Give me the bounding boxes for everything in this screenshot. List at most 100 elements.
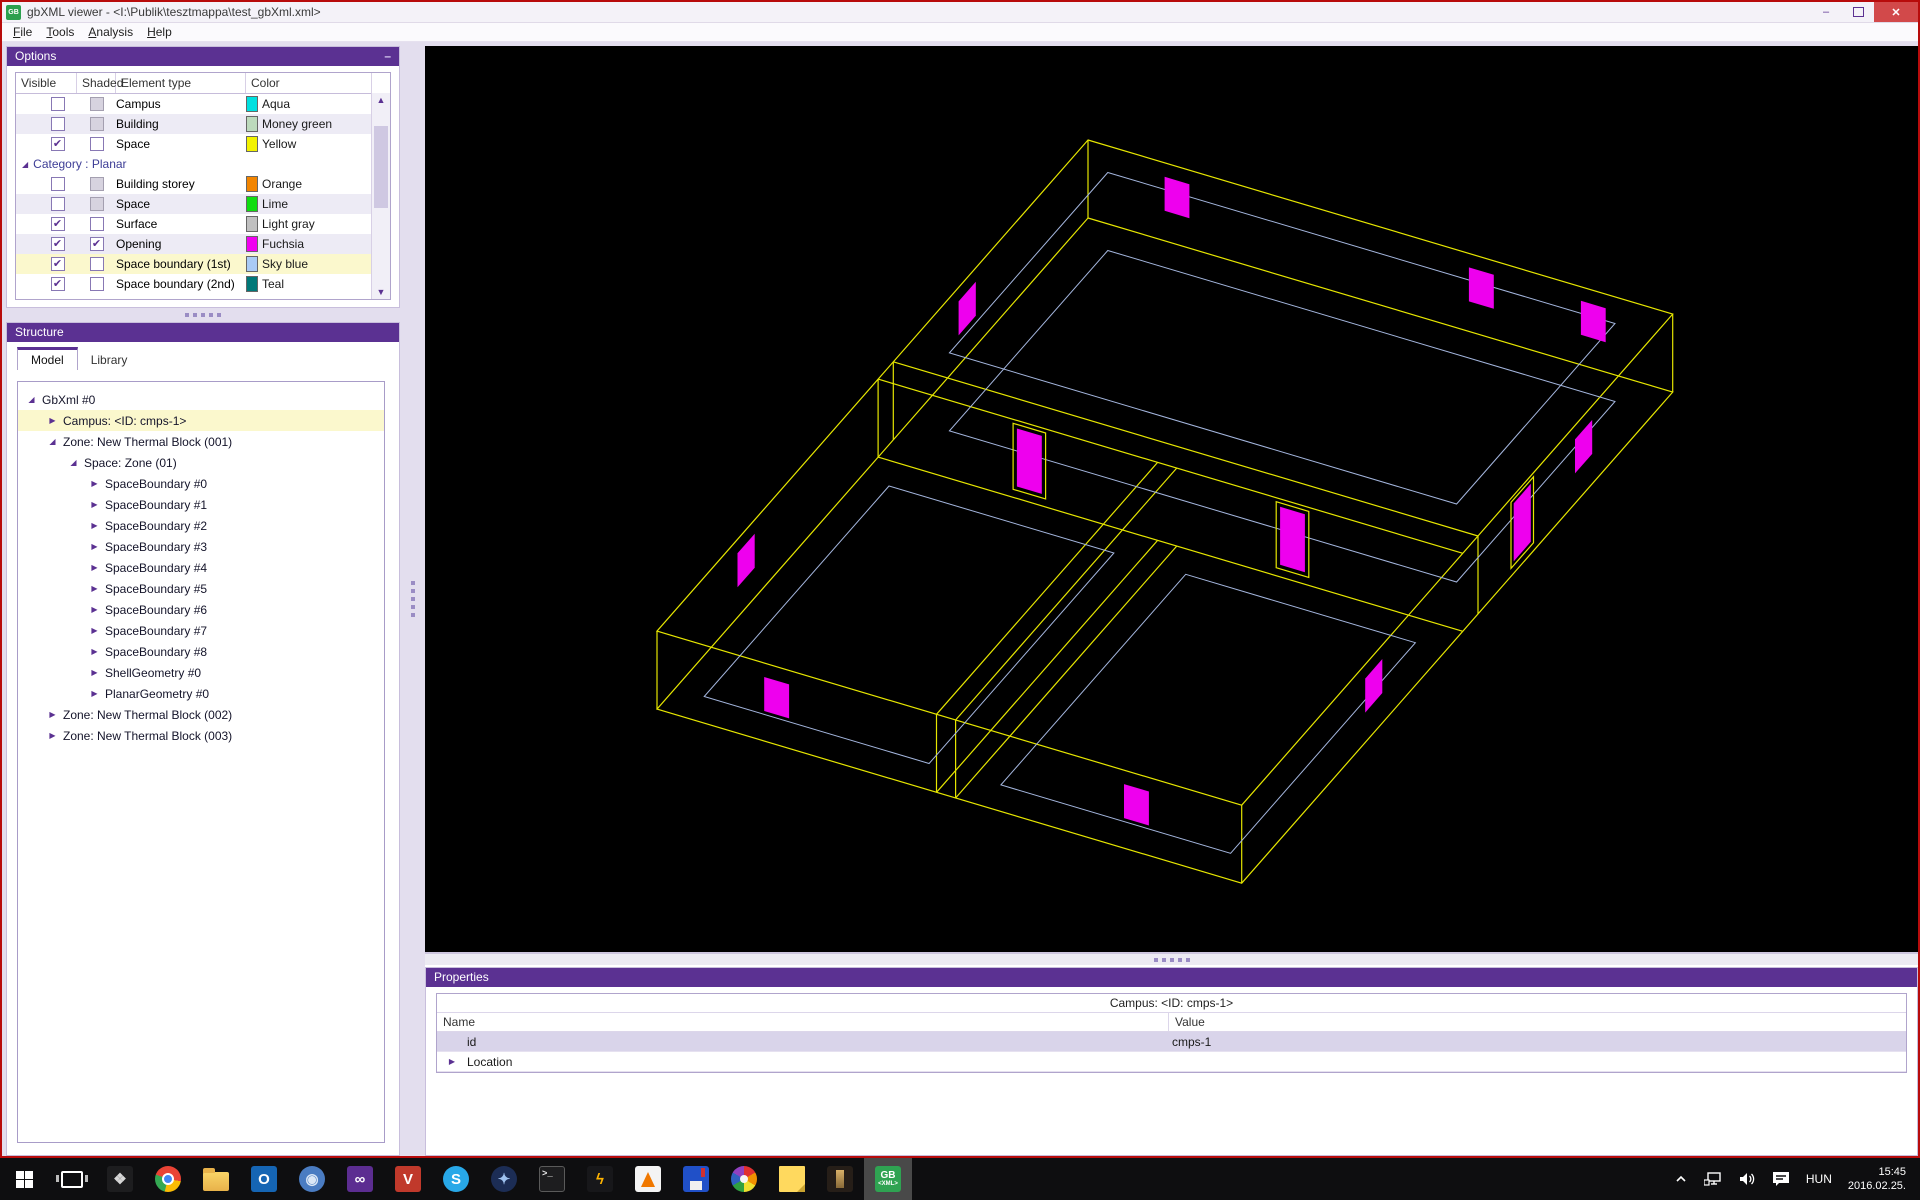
tree-node[interactable]: ▶ SpaceBoundary #0 <box>18 473 384 494</box>
collapsed-icon[interactable]: ▶ <box>89 584 100 593</box>
winamp-icon[interactable]: ϟ <box>576 1158 624 1200</box>
color-cell[interactable]: Teal <box>246 276 390 292</box>
tree-node[interactable]: ◢ Zone: New Thermal Block (001) <box>18 431 384 452</box>
collapsed-icon[interactable]: ▶ <box>47 731 58 740</box>
shaded-checkbox[interactable] <box>89 97 104 111</box>
shaded-checkbox[interactable] <box>89 257 104 271</box>
shaded-checkbox[interactable] <box>89 117 104 131</box>
tree-node[interactable]: ▶ SpaceBoundary #6 <box>18 599 384 620</box>
task-view-icon[interactable] <box>48 1158 96 1200</box>
skype-icon[interactable]: S <box>432 1158 480 1200</box>
collapsed-icon[interactable]: ▶ <box>89 521 100 530</box>
menu-file[interactable]: File <box>6 24 39 40</box>
collapsed-icon[interactable]: ▶ <box>89 689 100 698</box>
tab-model[interactable]: Model <box>17 347 78 370</box>
tree-node[interactable]: ▶ Zone: New Thermal Block (003) <box>18 725 384 746</box>
image-viewer-icon[interactable] <box>816 1158 864 1200</box>
3d-viewport[interactable] <box>425 46 1918 952</box>
outlook-icon[interactable]: O <box>240 1158 288 1200</box>
left-right-splitter[interactable] <box>400 46 425 1152</box>
shaded-checkbox[interactable] <box>89 217 104 231</box>
visual-studio-icon[interactable]: ∞ <box>336 1158 384 1200</box>
options-scrollbar[interactable]: ▲ ▼ <box>371 93 390 299</box>
options-row[interactable]: Space Yellow <box>16 134 390 154</box>
tree-node[interactable]: ▶ Campus: <ID: cmps-1> <box>18 410 384 431</box>
visible-checkbox[interactable] <box>50 197 65 211</box>
options-row[interactable]: Building Money green <box>16 114 390 134</box>
start-button[interactable] <box>0 1158 48 1200</box>
options-category-row[interactable]: ◢ Category : Planar <box>16 154 390 174</box>
options-row[interactable]: Space boundary (2nd) Teal <box>16 274 390 294</box>
color-cell[interactable]: Yellow <box>246 136 390 152</box>
shaded-checkbox[interactable] <box>89 177 104 191</box>
options-row[interactable]: Building storey Orange <box>16 174 390 194</box>
color-swatch-icon[interactable] <box>246 116 258 132</box>
minimize-button[interactable]: – <box>1810 2 1842 22</box>
property-row[interactable]: ▶ Location <box>437 1052 1906 1072</box>
visible-checkbox[interactable] <box>50 257 65 271</box>
visible-checkbox[interactable] <box>50 117 65 131</box>
collapsed-icon[interactable]: ▶ <box>47 710 58 719</box>
vlc-icon[interactable] <box>624 1158 672 1200</box>
color-cell[interactable]: Orange <box>246 176 390 192</box>
menu-analysis[interactable]: Analysis <box>81 24 140 40</box>
options-row[interactable]: Surface Light gray <box>16 214 390 234</box>
tray-expand-icon[interactable] <box>1674 1172 1688 1186</box>
tree-node[interactable]: ▶ SpaceBoundary #7 <box>18 620 384 641</box>
shaded-checkbox[interactable] <box>89 237 104 251</box>
viewport-properties-splitter[interactable] <box>425 952 1918 967</box>
navigator-app-icon[interactable]: ✦ <box>480 1158 528 1200</box>
tree-node[interactable]: ▶ SpaceBoundary #8 <box>18 641 384 662</box>
menu-help[interactable]: Help <box>140 24 179 40</box>
visible-checkbox[interactable] <box>50 97 65 111</box>
collapsed-icon[interactable]: ▶ <box>437 1057 463 1066</box>
title-bar[interactable]: GB gbXML viewer - <I:\Publik\tesztmappa\… <box>2 2 1918 23</box>
scrollbar-thumb[interactable] <box>374 125 388 209</box>
options-row[interactable]: Campus Aqua <box>16 94 390 114</box>
red-v-app-icon[interactable]: V <box>384 1158 432 1200</box>
color-cell[interactable]: Aqua <box>246 96 390 112</box>
property-row[interactable]: id cmps-1 <box>437 1032 1906 1052</box>
visible-checkbox[interactable] <box>50 137 65 151</box>
language-indicator[interactable]: HUN <box>1806 1172 1832 1186</box>
restore-button[interactable] <box>1842 2 1874 22</box>
collapse-panel-button[interactable]: – <box>384 47 391 66</box>
options-row[interactable]: Opening Fuchsia <box>16 234 390 254</box>
collapsed-icon[interactable]: ▶ <box>89 605 100 614</box>
color-cell[interactable]: Sky blue <box>246 256 390 272</box>
tree-node[interactable]: ▶ Zone: New Thermal Block (002) <box>18 704 384 725</box>
gbxml-viewer-icon[interactable]: GB <XML> <box>864 1158 912 1200</box>
tree-node[interactable]: ▶ ShellGeometry #0 <box>18 662 384 683</box>
sticky-notes-icon[interactable] <box>768 1158 816 1200</box>
visible-checkbox[interactable] <box>50 177 65 191</box>
notification-chat-icon[interactable] <box>1772 1171 1790 1187</box>
structure-panel-header[interactable]: Structure <box>7 323 399 342</box>
color-swatch-icon[interactable] <box>246 136 258 152</box>
properties-panel-header[interactable]: Properties <box>426 968 1917 987</box>
options-row[interactable]: Space Lime <box>16 194 390 214</box>
color-cell[interactable]: Money green <box>246 116 390 132</box>
color-cell[interactable]: Fuchsia <box>246 236 390 252</box>
shaded-checkbox[interactable] <box>89 137 104 151</box>
network-icon[interactable] <box>1703 1171 1722 1187</box>
command-prompt-icon[interactable]: >_ <box>528 1158 576 1200</box>
close-button[interactable]: ✕ <box>1874 2 1918 22</box>
scroll-up-icon[interactable]: ▲ <box>372 93 390 107</box>
tree-node[interactable]: ▶ SpaceBoundary #4 <box>18 557 384 578</box>
clock[interactable]: 15:45 2016.02.25. <box>1848 1165 1906 1193</box>
color-swatch-icon[interactable] <box>246 256 258 272</box>
tree-node[interactable]: ◢ Space: Zone (01) <box>18 452 384 473</box>
color-swatch-icon[interactable] <box>246 276 258 292</box>
tree-node[interactable]: ▶ SpaceBoundary #1 <box>18 494 384 515</box>
shaded-checkbox[interactable] <box>89 277 104 291</box>
color-swatch-icon[interactable] <box>246 196 258 212</box>
unity-icon[interactable]: ❖ <box>96 1158 144 1200</box>
visible-checkbox[interactable] <box>50 217 65 231</box>
color-cell[interactable]: Light gray <box>246 216 390 232</box>
color-swatch-icon[interactable] <box>246 96 258 112</box>
collapsed-icon[interactable]: ▶ <box>89 563 100 572</box>
collapsed-icon[interactable]: ▶ <box>89 500 100 509</box>
tree-node[interactable]: ▶ SpaceBoundary #3 <box>18 536 384 557</box>
color-swatch-icon[interactable] <box>246 176 258 192</box>
options-row[interactable]: Space boundary (1st) Sky blue <box>16 254 390 274</box>
